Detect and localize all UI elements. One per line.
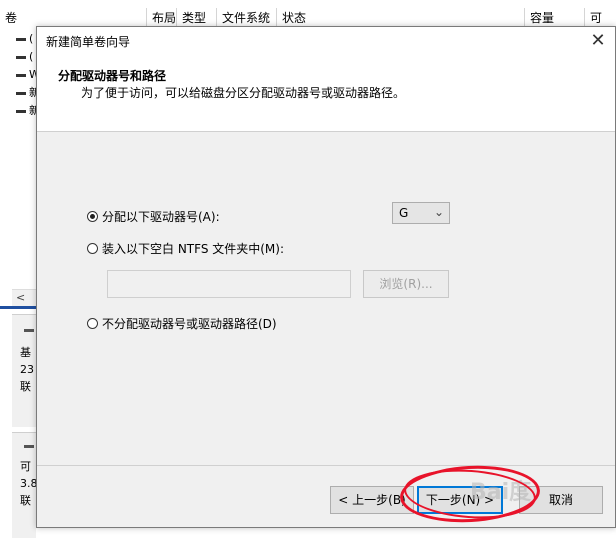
left-gutter xyxy=(0,314,12,426)
drive-letter-value: G xyxy=(399,206,409,220)
column-capacity[interactable]: 容量 xyxy=(524,8,584,28)
divider xyxy=(0,306,36,309)
page-subtitle: 为了便于访问，可以给磁盘分区分配驱动器号或驱动器路径。 xyxy=(81,86,406,100)
volume-row[interactable]: 新 xyxy=(16,104,40,118)
volume-icon xyxy=(16,92,26,95)
scroll-left-icon[interactable]: < xyxy=(16,290,25,306)
volume-icon xyxy=(16,74,26,77)
volume-row[interactable]: ( xyxy=(16,50,36,64)
radio-unchecked-icon[interactable] xyxy=(87,243,98,254)
disk-1-panel[interactable]: 可 3.8 联 xyxy=(12,432,38,538)
mount-folder-label[interactable]: 装入以下空白 NTFS 文件夹中(M): xyxy=(102,240,284,258)
assign-drive-letter-label[interactable]: 分配以下驱动器号(A): xyxy=(102,208,220,226)
wizard-header: 分配驱动器号和路径 为了便于访问，可以给磁盘分区分配驱动器号或驱动器路径。 xyxy=(37,55,615,132)
volume-icon xyxy=(16,56,26,59)
new-simple-volume-wizard: 新建简单卷向导 ✕ 分配驱动器号和路径 为了便于访问，可以给磁盘分区分配驱动器号… xyxy=(36,26,616,528)
column-layout[interactable]: 布局 xyxy=(146,8,176,28)
column-filesystem[interactable]: 文件系统 xyxy=(216,8,276,28)
footer-divider xyxy=(37,465,615,466)
close-icon[interactable]: ✕ xyxy=(585,28,611,54)
volume-icon xyxy=(16,38,26,41)
browse-button[interactable]: 浏览(R)... xyxy=(363,270,449,298)
dialog-titlebar[interactable]: 新建简单卷向导 ✕ xyxy=(37,27,615,55)
left-gutter xyxy=(0,426,12,537)
volume-row[interactable]: W xyxy=(16,68,40,82)
column-status[interactable]: 状态 xyxy=(276,8,524,28)
disk-1-size: 3.8 xyxy=(20,477,38,490)
disk-0-panel[interactable]: 基 23 联 xyxy=(12,314,36,427)
disk-0-size: 23 xyxy=(20,363,34,376)
chevron-down-icon: ⌄ xyxy=(433,205,444,219)
radio-checked-icon[interactable] xyxy=(87,211,98,222)
volume-row[interactable]: ( xyxy=(16,32,36,46)
disk-1-label: 可 xyxy=(20,460,31,473)
horizontal-scrollbar[interactable]: < xyxy=(12,289,36,307)
disk-0-label: 基 xyxy=(20,346,31,359)
column-free[interactable]: 可 xyxy=(584,8,616,28)
dialog-title: 新建简单卷向导 xyxy=(46,35,131,49)
folder-path-input[interactable] xyxy=(107,270,351,298)
disk-0-status: 联 xyxy=(20,380,31,393)
volume-row[interactable]: 新 xyxy=(16,86,40,100)
column-volume[interactable]: 卷 xyxy=(0,8,146,28)
volume-icon xyxy=(16,110,26,113)
disk-icon xyxy=(24,445,34,448)
no-drive-letter-label[interactable]: 不分配驱动器号或驱动器路径(D) xyxy=(102,315,277,333)
disk-1-status: 联 xyxy=(20,494,31,507)
column-type[interactable]: 类型 xyxy=(176,8,216,28)
page-title: 分配驱动器号和路径 xyxy=(58,69,167,83)
disk-icon xyxy=(24,329,34,332)
drive-letter-select[interactable]: G ⌄ xyxy=(392,202,450,224)
radio-unchecked-icon[interactable] xyxy=(87,318,98,329)
